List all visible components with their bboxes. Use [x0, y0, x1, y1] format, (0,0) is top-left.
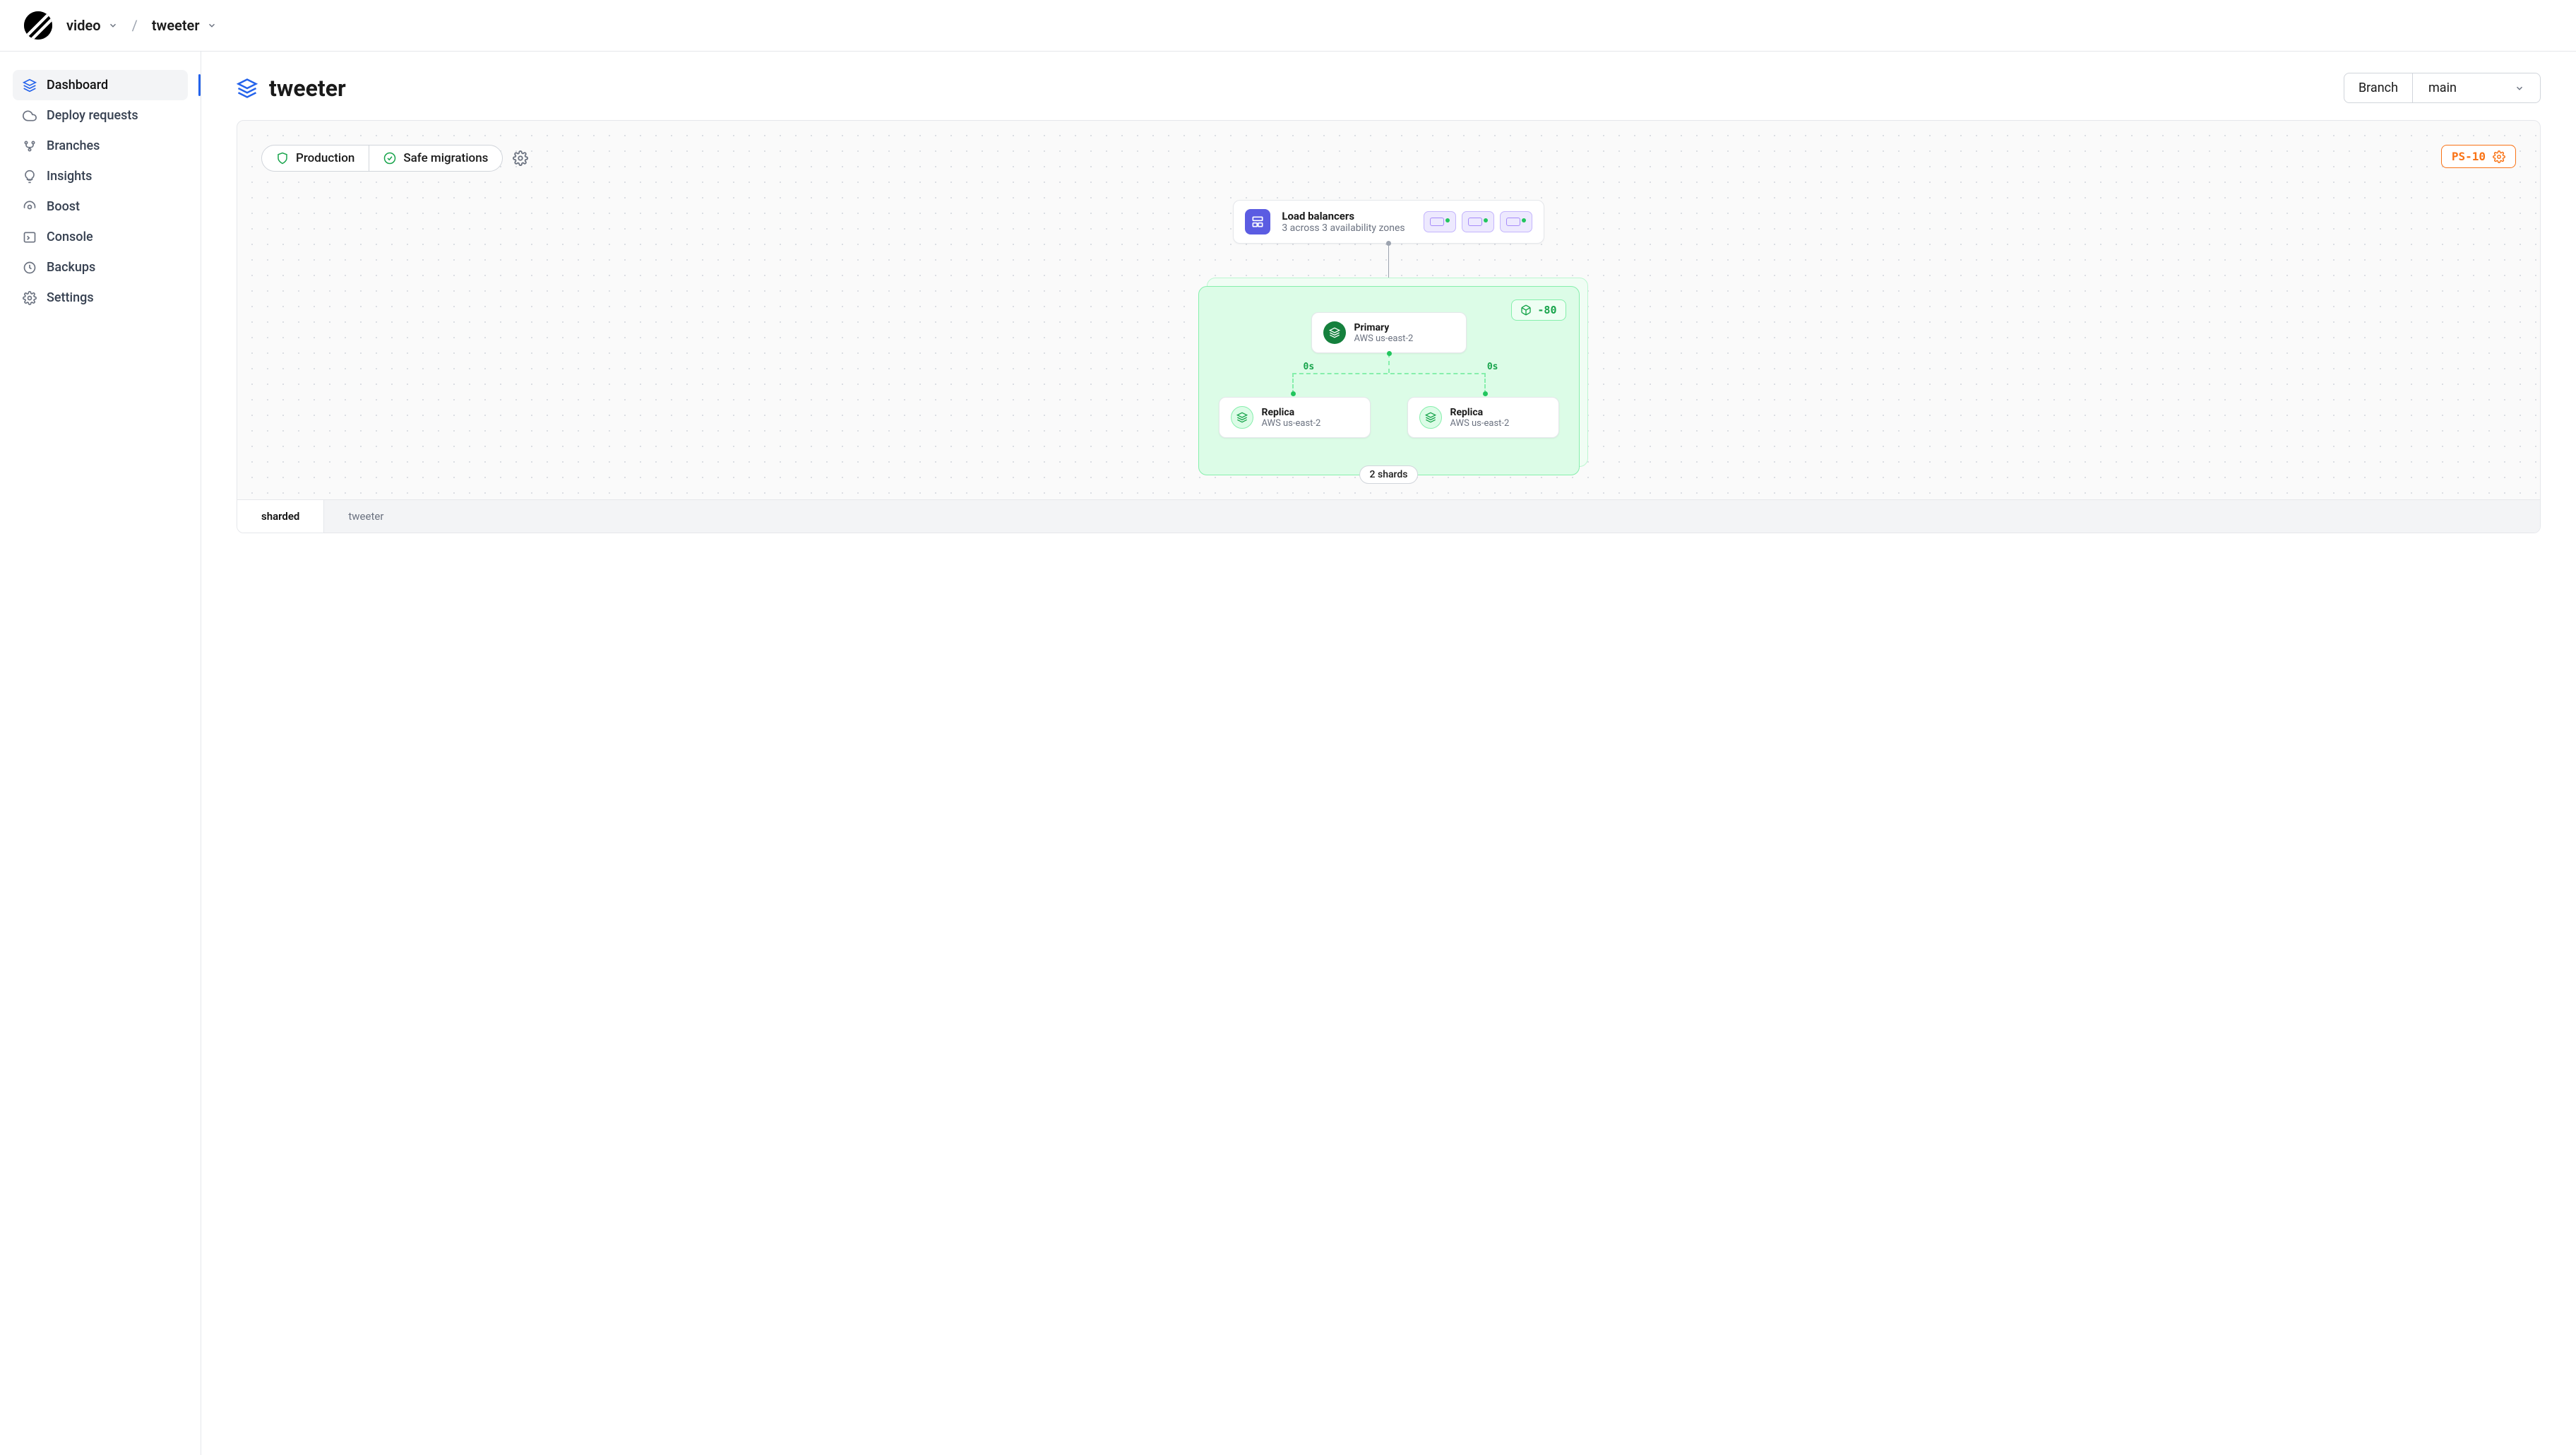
gauge-icon — [23, 200, 37, 214]
database-layers-icon — [237, 78, 258, 99]
topology-canvas: Production Safe migrations PS-10 — [237, 120, 2541, 533]
gear-icon — [23, 291, 37, 305]
primary-node-icon — [1323, 321, 1346, 344]
safe-migrations-chip[interactable]: Safe migrations — [369, 146, 502, 171]
replica-node-icon — [1231, 406, 1253, 429]
topbar: video / tweeter — [0, 0, 2576, 52]
sidebar: Dashboard Deploy requests Branches Insig… — [0, 52, 201, 1455]
sidebar-item-label: Settings — [47, 290, 94, 305]
cube-icon — [1520, 304, 1532, 316]
sidebar-item-insights[interactable]: Insights — [13, 161, 188, 191]
cluster-tier-badge[interactable]: PS-10 — [2441, 145, 2516, 168]
replica-latency: 0s — [1487, 362, 1498, 372]
footer-tab-sharded[interactable]: sharded — [237, 500, 323, 533]
lb-zone-indicator — [1462, 211, 1494, 232]
lb-zone-indicator — [1424, 211, 1456, 232]
bulb-icon — [23, 170, 37, 184]
breadcrumb-separator: / — [132, 17, 138, 34]
safe-migrations-chip-label: Safe migrations — [403, 151, 488, 165]
replica-latency: 0s — [1304, 362, 1315, 372]
replica-node-card[interactable]: Replica AWS us-east-2 — [1219, 397, 1371, 438]
footer-tab-tweeter[interactable]: tweeter — [323, 500, 2540, 533]
sidebar-item-branches[interactable]: Branches — [13, 131, 188, 161]
replica-node-title: Replica — [1450, 407, 1510, 418]
shard-range-label: -80 — [1537, 304, 1556, 316]
lb-zone-indicator — [1500, 211, 1532, 232]
settings-gear-button[interactable] — [513, 150, 528, 166]
sidebar-item-backups[interactable]: Backups — [13, 252, 188, 283]
logo[interactable] — [24, 11, 52, 40]
footer-tabs: sharded tweeter — [237, 499, 2540, 533]
cloud-icon — [23, 109, 37, 123]
load-balancer-icon — [1245, 209, 1270, 234]
breadcrumb-db[interactable]: tweeter — [152, 17, 217, 34]
primary-node-card[interactable]: Primary AWS us-east-2 — [1311, 312, 1467, 353]
load-balancer-zones — [1424, 211, 1532, 232]
sidebar-item-console[interactable]: Console — [13, 222, 188, 252]
replica-node-region: AWS us-east-2 — [1262, 418, 1321, 429]
production-chip-label: Production — [296, 151, 354, 165]
main-content: tweeter Branch main Production — [201, 52, 2576, 1455]
sidebar-item-settings[interactable]: Settings — [13, 283, 188, 313]
sidebar-item-label: Branches — [47, 138, 100, 153]
shard-stack: -80 Primary AWS us-east-2 — [1198, 286, 1580, 475]
cluster-tier-label: PS-10 — [2452, 150, 2486, 163]
sidebar-item-label: Console — [47, 230, 93, 244]
sidebar-item-label: Backups — [47, 260, 95, 275]
replica-node-icon — [1419, 406, 1442, 429]
page-title-wrap: tweeter — [237, 75, 346, 102]
clock-icon — [23, 261, 37, 275]
sidebar-item-deploy-requests[interactable]: Deploy requests — [13, 100, 188, 131]
sidebar-item-label: Deploy requests — [47, 108, 138, 123]
sidebar-item-dashboard[interactable]: Dashboard — [13, 70, 188, 100]
check-circle-icon — [383, 152, 396, 165]
status-chips: Production Safe migrations — [261, 145, 2516, 172]
load-balancer-text: Load balancers 3 across 3 availability z… — [1282, 210, 1405, 234]
chip-group: Production Safe migrations — [261, 145, 503, 172]
replica-node-text: Replica AWS us-east-2 — [1262, 407, 1321, 429]
shard-range-badge[interactable]: -80 — [1511, 299, 1566, 321]
sidebar-item-label: Boost — [47, 199, 80, 214]
load-balancer-title: Load balancers — [1282, 210, 1405, 222]
page-title: tweeter — [269, 75, 346, 102]
replica-node-text: Replica AWS us-east-2 — [1450, 407, 1510, 429]
branch-picker-label: Branch — [2344, 73, 2413, 102]
sidebar-item-label: Dashboard — [47, 78, 108, 93]
branches-icon — [23, 139, 37, 153]
sidebar-item-boost[interactable]: Boost — [13, 191, 188, 222]
primary-node-text: Primary AWS us-east-2 — [1354, 322, 1414, 344]
replica-node-region: AWS us-east-2 — [1450, 418, 1510, 429]
replica-node-card[interactable]: Replica AWS us-east-2 — [1407, 397, 1559, 438]
chevron-down-icon — [207, 20, 217, 30]
primary-node-region: AWS us-east-2 — [1354, 333, 1414, 344]
branch-picker-value: main — [2428, 81, 2457, 95]
replica-node-title: Replica — [1262, 407, 1321, 418]
chevron-down-icon — [108, 20, 118, 30]
breadcrumb-db-label: tweeter — [152, 17, 200, 34]
production-chip[interactable]: Production — [262, 146, 369, 171]
load-balancer-subtitle: 3 across 3 availability zones — [1282, 222, 1405, 234]
terminal-icon — [23, 230, 37, 244]
page-header: tweeter Branch main — [237, 73, 2541, 103]
load-balancer-card[interactable]: Load balancers 3 across 3 availability z… — [1233, 200, 1544, 244]
branch-picker: Branch main — [2344, 73, 2541, 103]
layers-icon — [23, 78, 37, 93]
replica-connectors: 0s 0s — [1219, 353, 1559, 397]
shield-icon — [276, 152, 289, 165]
primary-node-title: Primary — [1354, 322, 1414, 333]
chevron-down-icon — [2515, 83, 2524, 93]
shard-count-badge: 2 shards — [1359, 465, 1419, 484]
breadcrumb-org-label: video — [66, 17, 101, 34]
gear-icon — [2493, 150, 2505, 163]
shard-card[interactable]: -80 Primary AWS us-east-2 — [1198, 286, 1580, 475]
branch-picker-select[interactable]: main — [2413, 73, 2540, 102]
sidebar-item-label: Insights — [47, 169, 92, 184]
breadcrumb-org[interactable]: video — [66, 17, 118, 34]
